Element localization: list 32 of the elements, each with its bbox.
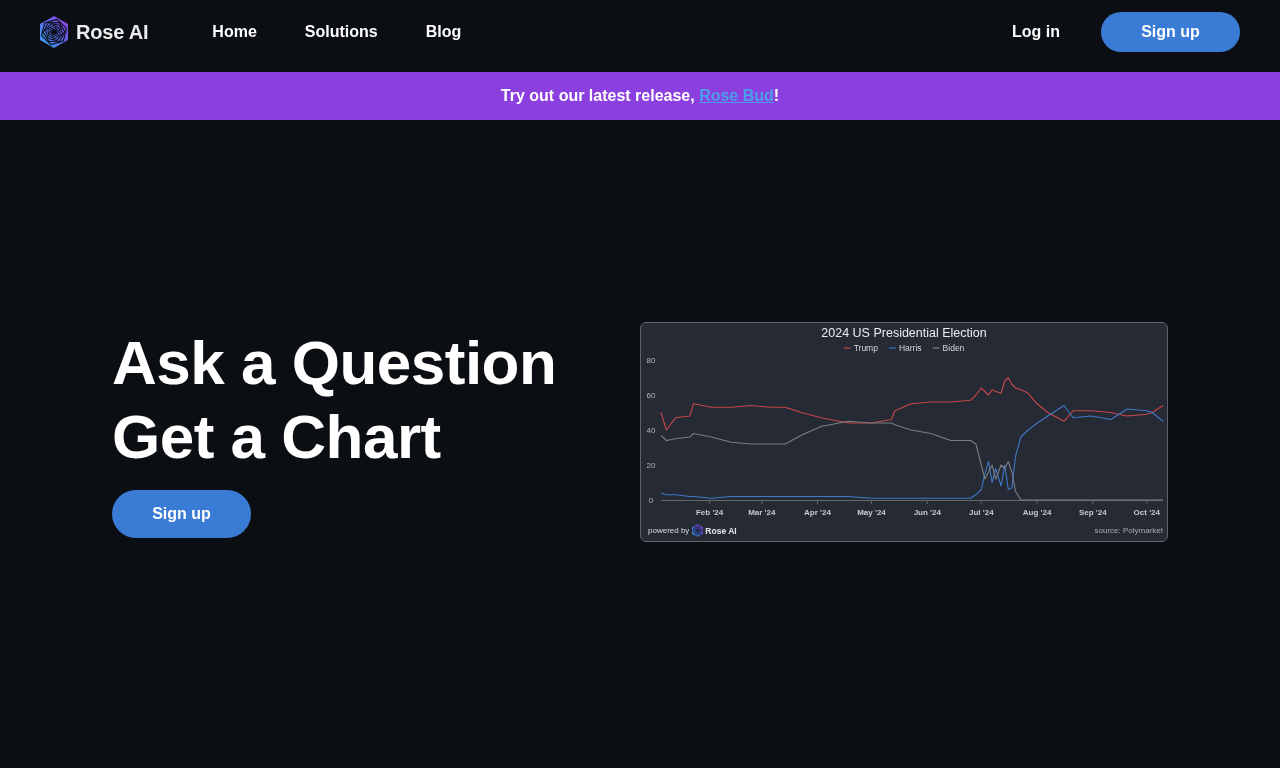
powered-by-text: powered by: [648, 526, 690, 535]
axis-tick-label: Jun '24: [913, 508, 941, 517]
axis-tick-label: Jul '24: [969, 508, 994, 517]
axis-tick-label: Sep '24: [1078, 508, 1107, 517]
hero-heading: Ask a Question Get a Chart: [112, 327, 557, 473]
axis-tick-label: 20: [646, 461, 656, 470]
nav-link[interactable]: Solutions: [304, 23, 378, 41]
signup-button[interactable]: Sign up: [1101, 12, 1240, 52]
axis-tick-label: Feb '24: [695, 508, 724, 517]
axis-tick-label: 60: [646, 391, 656, 400]
source-text: source: Polymarket: [1094, 526, 1163, 535]
legend-label: Trump: [853, 343, 878, 353]
axis-tick-label: May '24: [857, 508, 886, 517]
axis-tick-label: 40: [646, 426, 656, 435]
login-link[interactable]: Log in: [1012, 23, 1060, 41]
legend-label: Harris: [898, 343, 922, 353]
brand-name: Rose AI: [705, 525, 737, 536]
axis-tick-label: Aug '24: [1022, 508, 1052, 517]
axis-tick-label: Oct '24: [1133, 508, 1160, 517]
legend-label: Biden: [942, 343, 965, 353]
logo-icon: [692, 524, 704, 537]
chart-title: 2024 US Presidential Election: [821, 326, 987, 340]
nav-link[interactable]: Home: [212, 23, 257, 41]
axis-tick-label: Apr '24: [804, 508, 831, 517]
logo-icon: [40, 16, 68, 48]
logo-link[interactable]: Rose AI: [40, 16, 149, 48]
nav-link[interactable]: Blog: [425, 23, 462, 41]
signup-button[interactable]: Sign up: [112, 490, 251, 538]
axis-tick-label: Mar '24: [748, 508, 776, 517]
announcement-text: Try out our latest release, Rose Bud!: [500, 87, 780, 105]
axis-tick-label: 0: [648, 496, 654, 505]
axis-tick-label: 80: [646, 356, 656, 365]
